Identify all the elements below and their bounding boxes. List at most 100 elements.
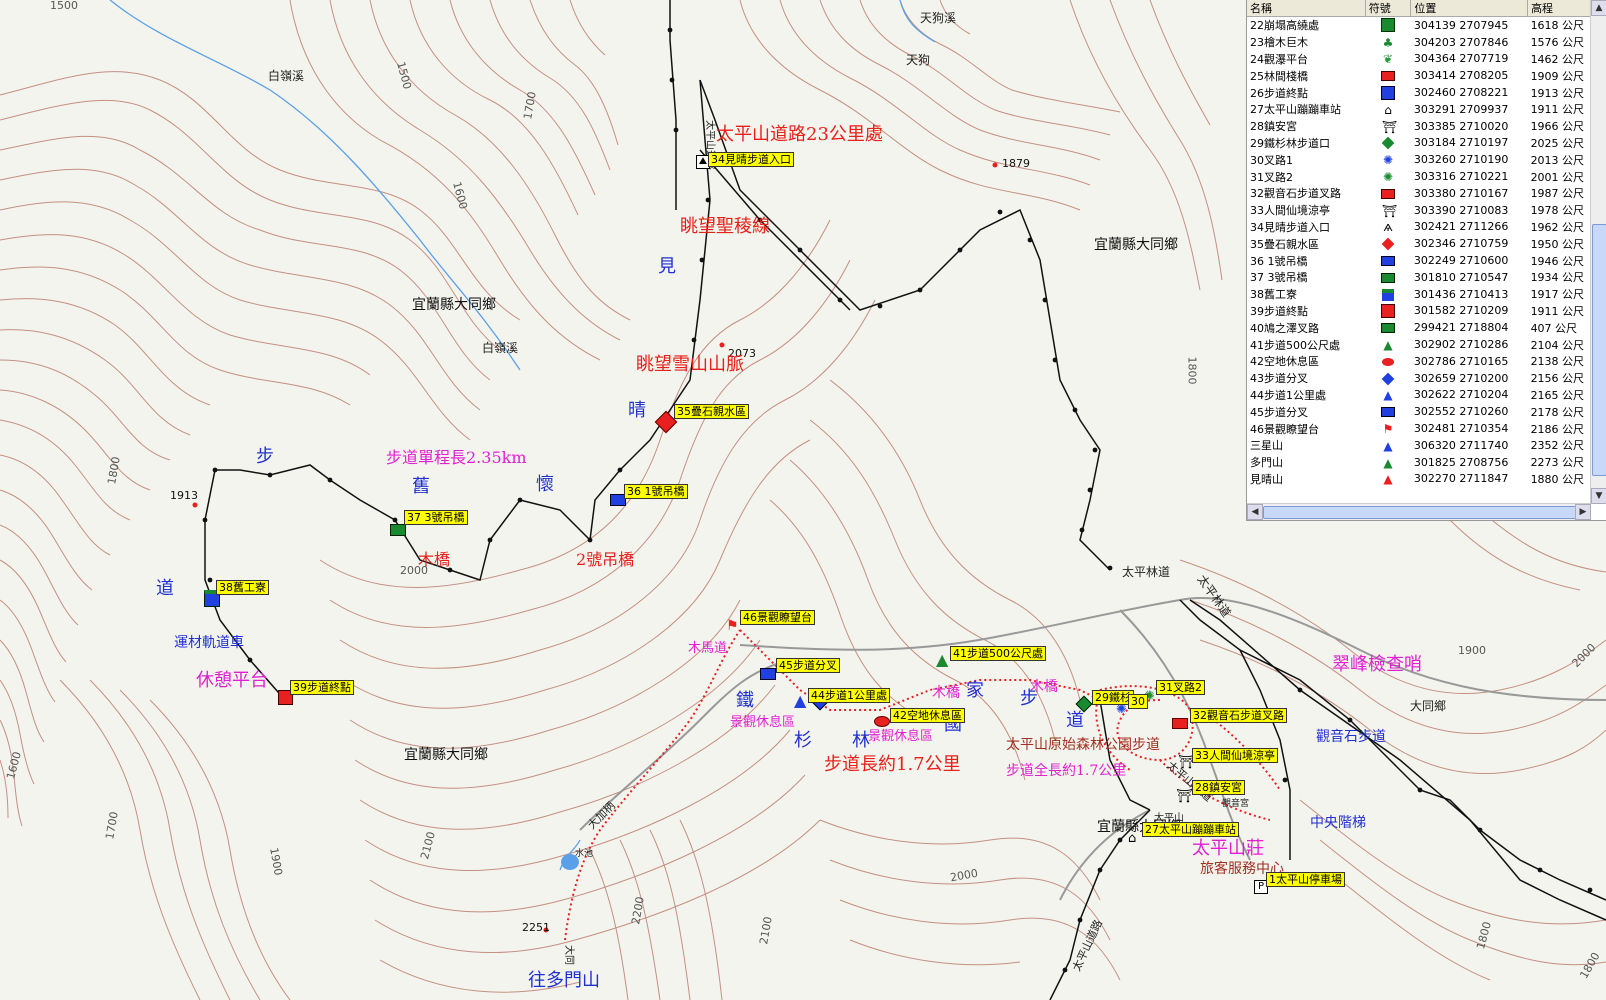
table-row[interactable]: 46景觀瞭望台 ⚑ 302481 2710354 2186 公尺 — [1247, 420, 1591, 437]
waypoint-name: 22崩塌高繞處 — [1250, 19, 1319, 33]
horizontal-scrollbar[interactable]: ◀ ▶ — [1247, 503, 1591, 520]
red-rect-icon[interactable] — [1172, 718, 1188, 729]
waypoint-30[interactable]: 30 — [1128, 694, 1148, 709]
waypoint-position: 301436 2710413 — [1413, 287, 1509, 301]
waypoint-symbol-cell — [1365, 286, 1411, 303]
temple-icon: ⛩ — [1382, 203, 1398, 218]
table-row[interactable]: 見晴山 ▲ 302270 2711847 1880 公尺 — [1247, 471, 1591, 488]
red-diamond-icon — [1381, 237, 1395, 251]
waypoint-list-panel[interactable]: 名稱 符號 位置 高程 22崩塌高繞處 304139 2707945 1618 公尺… — [1246, 0, 1606, 521]
temple-icon[interactable]: ⛩ — [1176, 790, 1193, 803]
table-row[interactable]: 44步道1公里處 ▲ 302622 2710204 2165 公尺 — [1247, 387, 1591, 404]
waypoint-45[interactable]: 45步道分叉 — [776, 658, 840, 673]
column-header-name[interactable]: 名稱 — [1247, 0, 1366, 17]
waypoint-44[interactable]: 44步道1公里處 — [808, 688, 890, 703]
table-row[interactable]: 30叉路1 ✺ 303260 2710190 2013 公尺 — [1247, 151, 1591, 168]
red-tri-icon: ▲ — [1383, 472, 1393, 487]
waypoint-35[interactable]: 35疊石親水區 — [674, 404, 749, 419]
annotation-central-stairs: 中央階梯 — [1310, 815, 1366, 831]
trail-char: 道 — [156, 578, 174, 599]
waypoint-28[interactable]: 28鎮安宮 — [1192, 780, 1245, 795]
scroll-right-arrow-icon[interactable]: ▶ — [1575, 504, 1591, 520]
blue-rect-icon[interactable] — [760, 668, 776, 680]
house-icon[interactable]: ⌂ — [1128, 832, 1136, 845]
waypoint-name: 多門山 — [1250, 456, 1283, 470]
table-row[interactable]: 36 1號吊橋 302249 2710600 1946 公尺 — [1247, 252, 1591, 269]
table-row[interactable]: 34見晴步道入口 ѧ 302421 2711266 1962 公尺 — [1247, 219, 1591, 236]
table-row[interactable]: 28鎮安宮 ⛩ 303385 2710020 1966 公尺 — [1247, 118, 1591, 135]
green-rect-icon — [1381, 272, 1396, 283]
horizontal-scroll-thumb[interactable] — [1263, 506, 1577, 519]
table-row[interactable]: 35疊石親水區 302346 2710759 1950 公尺 — [1247, 235, 1591, 252]
column-header-elevation[interactable]: 高程 — [1527, 0, 1591, 17]
table-row[interactable]: 42空地休息區 302786 2710165 2138 公尺 — [1247, 353, 1591, 370]
red-oval-icon[interactable] — [874, 716, 890, 727]
trail-char: 見 — [658, 256, 676, 277]
annotation-to-duomen: 往多門山 — [528, 970, 600, 991]
waypoint-1[interactable]: 1太平山停車場 — [1266, 872, 1345, 887]
green-rect-icon[interactable] — [390, 524, 406, 536]
column-header-symbol[interactable]: 符號 — [1365, 0, 1412, 17]
waypoint-elevation: 1911 公尺 — [1530, 103, 1585, 117]
table-row[interactable]: 27太平山蹦蹦車站 ⌂ 303291 2709937 1911 公尺 — [1247, 101, 1591, 118]
region-label: 宜蘭縣大同鄉 — [1094, 237, 1178, 253]
table-row[interactable]: 32觀音石步道叉路 303380 2710167 1987 公尺 — [1247, 185, 1591, 202]
table-row[interactable]: 43步道分叉 302659 2710200 2156 公尺 — [1247, 370, 1591, 387]
table-row[interactable]: 41步道500公尺處 ▲ 302902 2710286 2104 公尺 — [1247, 336, 1591, 353]
waypoint-elevation: 1966 公尺 — [1530, 120, 1585, 134]
waypoint-38[interactable]: 38舊工寮 — [216, 580, 269, 595]
waypoint-elevation: 2156 公尺 — [1530, 372, 1585, 386]
table-row[interactable]: 40鳩之澤叉路 299421 2718804 407 公尺 — [1247, 319, 1591, 336]
waypoint-37[interactable]: 37 3號吊橋 — [404, 510, 468, 525]
waypoint-34[interactable]: 34見晴步道入口 — [708, 152, 794, 167]
waypoint-36[interactable]: 36 1號吊橋 — [624, 484, 688, 499]
table-row[interactable]: 26步道終點 302460 2708221 1913 公尺 — [1247, 84, 1591, 101]
waypoint-position: 301825 2708756 — [1413, 455, 1509, 469]
table-row[interactable]: 45步道分叉 302552 2710260 2178 公尺 — [1247, 403, 1591, 420]
waypoint-32[interactable]: 32觀音石步道叉路 — [1190, 708, 1287, 723]
waypoint-symbol-cell: ⛩ — [1365, 202, 1411, 219]
annotation-rest-platform: 休憩平台 — [196, 670, 268, 691]
column-header-position[interactable]: 位置 — [1410, 0, 1529, 17]
table-row[interactable]: 23檜木巨木 ♣ 304203 2707846 1576 公尺 — [1247, 34, 1591, 51]
table-row[interactable]: 三星山 ▲ 306320 2711740 2352 公尺 — [1247, 437, 1591, 454]
table-row[interactable]: 24觀瀑平台 ❦ 304364 2707719 1462 公尺 — [1247, 51, 1591, 68]
scroll-up-arrow-icon[interactable]: ▲ — [1591, 0, 1606, 16]
scroll-down-arrow-icon[interactable]: ▼ — [1591, 488, 1606, 504]
waypoint-name: 45步道分叉 — [1250, 405, 1308, 419]
waypoint-position: 303260 2710190 — [1413, 153, 1509, 167]
waypoint-42[interactable]: 42空地休息區 — [890, 708, 965, 723]
blue-triangle-icon[interactable]: ▲ — [794, 693, 806, 709]
place-label: 天狗 — [906, 53, 931, 67]
vertical-scrollbar[interactable]: ▲ ▼ — [1590, 0, 1606, 504]
table-row[interactable]: 39步道終點 301582 2710209 1911 公尺 — [1247, 303, 1591, 320]
region-label: 宜蘭縣大同鄉 — [412, 297, 496, 313]
table-row[interactable]: 37 3號吊橋 301810 2710547 1934 公尺 — [1247, 269, 1591, 286]
waypoint-27[interactable]: 27太平山蹦蹦車站 — [1142, 822, 1239, 837]
waypoint-39[interactable]: 39步道終點 — [290, 680, 354, 695]
red-flag-icon[interactable]: ⚑ — [726, 619, 739, 633]
waypoint-symbol-cell: ▲ — [1365, 471, 1411, 488]
annotation-road23: 太平山道路23公里處 — [716, 124, 883, 145]
waypoint-46[interactable]: 46景觀瞭望台 — [740, 610, 815, 625]
waypoint-name: 28鎮安宮 — [1250, 120, 1297, 134]
waypoint-position: 303184 2710197 — [1413, 136, 1509, 150]
scroll-left-arrow-icon[interactable]: ◀ — [1247, 504, 1263, 520]
spot-elevation: 1879 — [1002, 157, 1030, 170]
vertical-scroll-thumb[interactable] — [1592, 224, 1606, 476]
table-row[interactable]: 29鐵杉林步道口 303184 2710197 2025 公尺 — [1247, 135, 1591, 152]
table-row[interactable]: 25林間棧橋 303414 2708205 1909 公尺 — [1247, 67, 1591, 84]
table-row[interactable]: 多門山 ▲ 301825 2708756 2273 公尺 — [1247, 454, 1591, 471]
trail-char: 道 — [1066, 710, 1084, 731]
waypoint-33[interactable]: 33人間仙境涼亭 — [1192, 748, 1278, 763]
table-row[interactable]: 22崩塌高繞處 304139 2707945 1618 公尺 — [1247, 17, 1591, 34]
table-row[interactable]: 31叉路2 ✺ 303316 2710221 2001 公尺 — [1247, 168, 1591, 185]
green-triangle-icon[interactable]: ▲ — [936, 652, 948, 668]
table-row[interactable]: 33人間仙境涼亭 ⛩ 303390 2710083 1978 公尺 — [1247, 202, 1591, 219]
waypoint-name: 44步道1公里處 — [1250, 388, 1326, 402]
contour-label: 1500 — [50, 0, 78, 12]
waypoint-41[interactable]: 41步道500公尺處 — [950, 646, 1046, 661]
hut-icon — [1382, 288, 1395, 301]
table-row[interactable]: 38舊工寮 301436 2710413 1917 公尺 — [1247, 286, 1591, 303]
waypoint-31[interactable]: 31叉路2 — [1156, 680, 1205, 695]
